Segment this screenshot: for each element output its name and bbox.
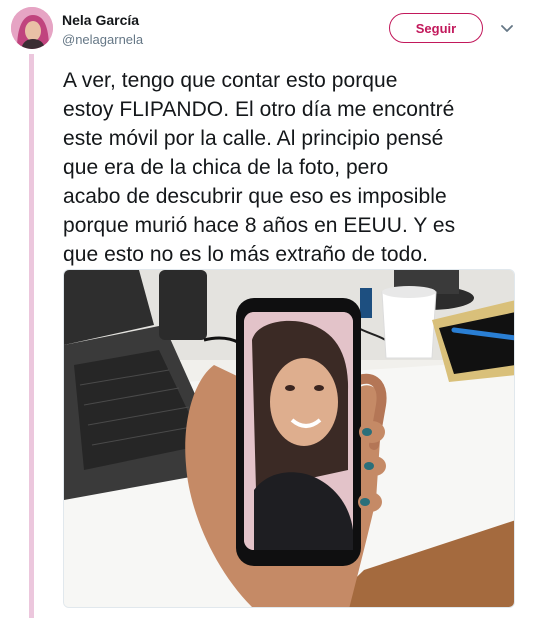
tweet-text-line: que era de la chica de la foto, pero [63,156,389,179]
tweet-text-line: que esto no es lo más extraño de todo. [63,243,428,266]
author-handle[interactable]: @nelagarnela [62,32,143,47]
tweet-text-line: acabo de descubrir que eso es imposible [63,185,447,208]
tweet-text-line: porque murió hace 8 años en EEUU. Y es [63,214,456,237]
tweet-card: Nela García @nelagarnela Seguir A ver, t… [0,0,540,618]
tweet-text-line: A ver, tengo que contar esto porque [63,69,398,92]
author-name[interactable]: Nela García [62,12,139,28]
thread-line [29,54,34,618]
avatar[interactable] [11,7,53,49]
tweet-text: A ver, tengo que contar esto porque esto… [63,66,525,269]
tweet-text-line: este móvil por la calle. Al principio pe… [63,127,444,150]
tweet-text-line: estoy FLIPANDO. El otro día me encontré [63,98,455,121]
chevron-down-icon[interactable] [498,20,516,38]
follow-button[interactable]: Seguir [389,13,483,43]
tweet-photo[interactable] [63,269,515,608]
